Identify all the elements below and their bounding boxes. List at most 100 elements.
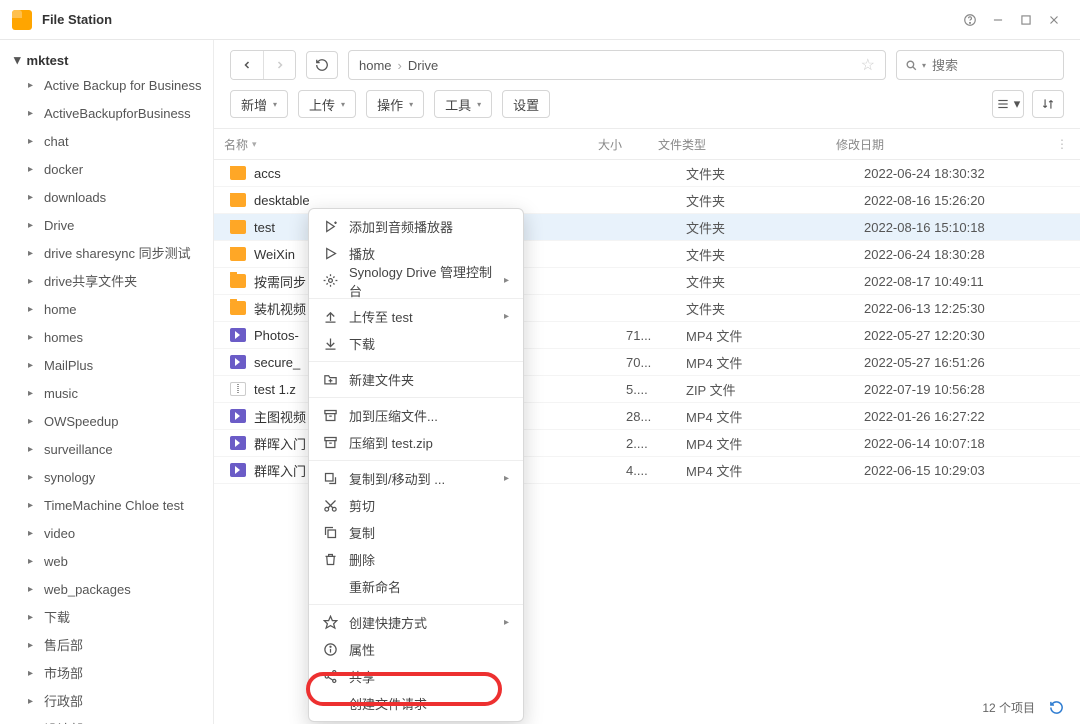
- context-menu-separator: [309, 361, 523, 362]
- col-type[interactable]: 文件类型: [648, 136, 826, 153]
- sidebar-item[interactable]: ▸行政部: [0, 688, 213, 716]
- sidebar-item[interactable]: ▸TimeMachine Chloe test: [0, 492, 213, 520]
- sidebar-item[interactable]: ▸ActiveBackupforBusiness: [0, 100, 213, 128]
- context-menu-item[interactable]: 添加到音频播放器: [309, 213, 523, 240]
- caret-right-icon: ▸: [28, 664, 36, 684]
- file-type: ZIP 文件: [676, 380, 854, 399]
- table-row[interactable]: accs 文件夹 2022-06-24 18:30:32: [214, 160, 1080, 187]
- file-date: 2022-05-27 12:20:30: [854, 328, 1080, 343]
- sidebar-item[interactable]: ▸市场部: [0, 660, 213, 688]
- column-menu-icon[interactable]: ⋮: [1052, 137, 1072, 151]
- toolbar-settings-button[interactable]: 设置: [502, 90, 550, 118]
- sidebar-item[interactable]: ▸web: [0, 548, 213, 576]
- sidebar-item[interactable]: ▸drive共享文件夹: [0, 268, 213, 296]
- search-box[interactable]: ▾: [896, 50, 1064, 80]
- context-menu-item[interactable]: 复制: [309, 519, 523, 546]
- favorite-star-icon[interactable]: ☆: [861, 55, 875, 75]
- context-menu-label: 剪切: [349, 496, 509, 515]
- sidebar-item[interactable]: ▸Active Backup for Business: [0, 72, 213, 100]
- sidebar-item[interactable]: ▸Drive: [0, 212, 213, 240]
- col-name[interactable]: 名称▾: [214, 136, 588, 153]
- context-menu-separator: [309, 604, 523, 605]
- help-icon[interactable]: [956, 6, 984, 34]
- sidebar-item[interactable]: ▸synology: [0, 464, 213, 492]
- sidebar-item-label: Drive: [44, 216, 74, 236]
- context-menu-item[interactable]: 重新命名: [309, 573, 523, 600]
- breadcrumb-part-1[interactable]: Drive: [408, 58, 438, 73]
- folder-icon: [230, 166, 246, 180]
- star-icon: [323, 615, 343, 630]
- toolbar-new-button[interactable]: 新增▾: [230, 90, 288, 118]
- context-menu-item[interactable]: 压缩到 test.zip: [309, 429, 523, 456]
- context-menu-item[interactable]: 新建文件夹: [309, 366, 523, 393]
- folder-icon: [230, 274, 246, 288]
- context-menu-item[interactable]: 加到压缩文件...: [309, 402, 523, 429]
- context-menu-item[interactable]: Synology Drive 管理控制台▸: [309, 267, 523, 294]
- sidebar-item-label: 设计部: [44, 720, 83, 724]
- context-menu-item[interactable]: 上传至 test▸: [309, 303, 523, 330]
- nav-back-button[interactable]: [231, 51, 263, 79]
- sidebar-item[interactable]: ▸music: [0, 380, 213, 408]
- sidebar-item[interactable]: ▸homes: [0, 324, 213, 352]
- col-date[interactable]: 修改日期: [826, 136, 1052, 153]
- view-mode-button[interactable]: ▾: [992, 90, 1024, 118]
- table-header: 名称▾ 大小 文件类型 修改日期 ⋮: [214, 128, 1080, 160]
- context-menu-item[interactable]: 创建快捷方式▸: [309, 609, 523, 636]
- sidebar-item[interactable]: ▸downloads: [0, 184, 213, 212]
- file-name: 主图视频: [254, 407, 306, 426]
- sidebar-item-label: TimeMachine Chloe test: [44, 496, 184, 516]
- close-icon[interactable]: [1040, 6, 1068, 34]
- maximize-icon[interactable]: [1012, 6, 1040, 34]
- search-mode-caret[interactable]: ▾: [922, 61, 926, 70]
- sidebar-item[interactable]: ▸售后部: [0, 632, 213, 660]
- toolbar-tools-button[interactable]: 工具▾: [434, 90, 492, 118]
- caret-right-icon: ▸: [28, 636, 36, 656]
- info-icon: [323, 642, 343, 657]
- context-menu-label: 上传至 test: [349, 307, 504, 326]
- context-menu-item[interactable]: 属性: [309, 636, 523, 663]
- sidebar-item[interactable]: ▸surveillance: [0, 436, 213, 464]
- context-menu-label: 加到压缩文件...: [349, 406, 509, 425]
- sidebar-item[interactable]: ▸MailPlus: [0, 352, 213, 380]
- context-menu-label: 共享: [349, 667, 509, 686]
- context-menu-item[interactable]: 共享: [309, 663, 523, 690]
- minimize-icon[interactable]: [984, 6, 1012, 34]
- nav-history-group: [230, 50, 296, 80]
- file-type: 文件夹: [676, 299, 854, 318]
- caret-right-icon: ▸: [28, 468, 36, 488]
- sidebar-item[interactable]: ▸chat: [0, 128, 213, 156]
- sidebar-item-label: MailPlus: [44, 356, 93, 376]
- footer-refresh-icon[interactable]: [1049, 700, 1064, 715]
- copyto-icon: [323, 471, 343, 486]
- sidebar-item[interactable]: ▸drive sharesync 同步测试: [0, 240, 213, 268]
- sort-button[interactable]: [1032, 90, 1064, 118]
- breadcrumb-part-0[interactable]: home: [359, 58, 392, 73]
- context-menu-item[interactable]: 创建文件请求: [309, 690, 523, 717]
- sidebar-item[interactable]: ▸设计部: [0, 716, 213, 724]
- sidebar-item-label: homes: [44, 328, 83, 348]
- context-menu-label: 新建文件夹: [349, 370, 509, 389]
- file-name: 按需同步: [254, 272, 306, 291]
- nav-refresh-button[interactable]: [306, 51, 338, 79]
- file-type: 文件夹: [676, 164, 854, 183]
- sidebar-root-label: mktest: [27, 53, 69, 68]
- context-menu-item[interactable]: 剪切: [309, 492, 523, 519]
- toolbar-action-button[interactable]: 操作▾: [366, 90, 424, 118]
- sidebar-root[interactable]: ▾ mktest: [0, 48, 213, 72]
- nav-forward-button[interactable]: [263, 51, 295, 79]
- context-menu-item[interactable]: 下载: [309, 330, 523, 357]
- toolbar-upload-button[interactable]: 上传▾: [298, 90, 356, 118]
- cut-icon: [323, 498, 343, 513]
- context-menu-item[interactable]: 复制到/移动到 ...▸: [309, 465, 523, 492]
- sidebar-item[interactable]: ▸OWSpeedup: [0, 408, 213, 436]
- sidebar-item[interactable]: ▸docker: [0, 156, 213, 184]
- context-menu-item[interactable]: 删除: [309, 546, 523, 573]
- sidebar-item[interactable]: ▸video: [0, 520, 213, 548]
- caret-right-icon: ▸: [28, 272, 36, 292]
- col-size[interactable]: 大小: [588, 136, 648, 153]
- sidebar-item[interactable]: ▸下载: [0, 604, 213, 632]
- search-input[interactable]: [932, 58, 1055, 73]
- sidebar-item[interactable]: ▸home: [0, 296, 213, 324]
- sidebar-item[interactable]: ▸web_packages: [0, 576, 213, 604]
- context-menu-label: 播放: [349, 244, 509, 263]
